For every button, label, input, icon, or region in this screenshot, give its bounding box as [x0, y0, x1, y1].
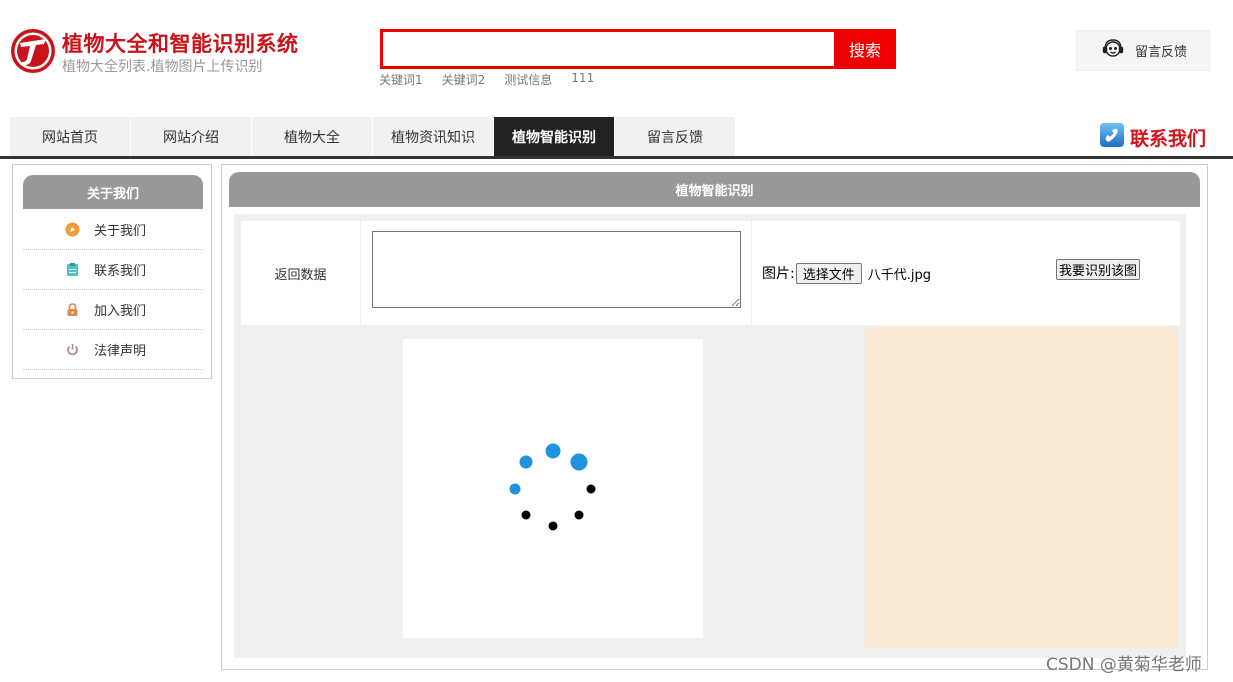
main-nav: 网站首页 网站介绍 植物大全 植物资讯知识 植物智能识别 留言反馈: [10, 117, 736, 157]
nav-divider: [0, 156, 1233, 159]
nav-item-news[interactable]: 植物资讯知识: [373, 117, 493, 157]
file-upload-cell: 图片: 选择文件 八千代.jpg 我要识别该图: [752, 221, 1180, 325]
search-input[interactable]: [383, 32, 835, 66]
feedback-button[interactable]: 留言反馈: [1076, 30, 1210, 71]
feedback-label: 留言反馈: [1135, 45, 1188, 60]
sidebar-item-label: 加入我们: [94, 304, 147, 319]
lock-icon: [65, 302, 80, 317]
nav-item-feedback[interactable]: 留言反馈: [615, 117, 735, 157]
choose-file-button[interactable]: 选择文件: [795, 262, 862, 284]
power-icon: [65, 342, 80, 357]
keyword-link[interactable]: 测试信息: [504, 71, 552, 88]
contact-link[interactable]: 联系我们: [1099, 122, 1206, 153]
sidebar: 关于我们 关于我们 联系我们 加入我们 法律声明: [12, 164, 212, 379]
image-preview: [403, 339, 703, 638]
recognition-result-area: [865, 327, 1178, 648]
site-logo: [10, 28, 56, 74]
sidebar-item-join[interactable]: 加入我们: [23, 290, 203, 330]
nav-item-intro[interactable]: 网站介绍: [131, 117, 251, 157]
clipboard-icon: [65, 262, 80, 277]
sidebar-item-label: 法律声明: [94, 344, 147, 359]
sidebar-item-label: 关于我们: [94, 224, 147, 239]
sidebar-item-label: 联系我们: [94, 264, 147, 279]
return-data-cell: [362, 221, 752, 325]
keyword-link[interactable]: 关键词1: [379, 71, 423, 88]
nav-item-recognition[interactable]: 植物智能识别: [494, 117, 614, 157]
recognition-panel: 植物智能识别 返回数据 图片: 选择文件 八千代.jpg 我要识别该图: [221, 164, 1208, 670]
return-data-textarea[interactable]: [372, 231, 741, 308]
watermark: CSDN @黄菊华老师: [1046, 655, 1202, 675]
contact-label: 联系我们: [1130, 128, 1207, 150]
sidebar-item-contact[interactable]: 联系我们: [23, 250, 203, 290]
search-box: [380, 29, 835, 69]
nav-item-home[interactable]: 网站首页: [10, 117, 130, 157]
sidebar-item-about[interactable]: 关于我们: [23, 210, 203, 250]
panel-body: 返回数据 图片: 选择文件 八千代.jpg 我要识别该图: [234, 214, 1186, 658]
nav-item-plants[interactable]: 植物大全: [252, 117, 372, 157]
image-label: 图片:: [762, 266, 795, 282]
site-subtitle: 植物大全列表.植物图片上传识别: [62, 59, 263, 75]
sidebar-title: 关于我们: [23, 175, 203, 209]
customer-service-icon: [1101, 37, 1125, 65]
selected-file-name: 八千代.jpg: [867, 267, 931, 283]
keyword-link[interactable]: 111: [571, 71, 594, 88]
hot-keywords: 关键词1 关键词2 测试信息 111: [379, 71, 594, 88]
orange-circle-icon: [65, 222, 80, 237]
recognition-form: 返回数据 图片: 选择文件 八千代.jpg 我要识别该图: [241, 221, 1180, 325]
keyword-link[interactable]: 关键词2: [442, 71, 486, 88]
site-title: 植物大全和智能识别系统: [62, 32, 299, 56]
loading-spinner-icon: [509, 443, 596, 531]
return-data-label: 返回数据: [241, 221, 361, 325]
panel-title: 植物智能识别: [229, 172, 1200, 207]
sidebar-item-legal[interactable]: 法律声明: [23, 330, 203, 370]
recognize-button[interactable]: 我要识别该图: [1056, 259, 1141, 280]
phone-icon: [1099, 122, 1125, 153]
sidebar-list: 关于我们 联系我们 加入我们 法律声明: [23, 210, 203, 370]
search-button[interactable]: 搜索: [834, 29, 896, 69]
